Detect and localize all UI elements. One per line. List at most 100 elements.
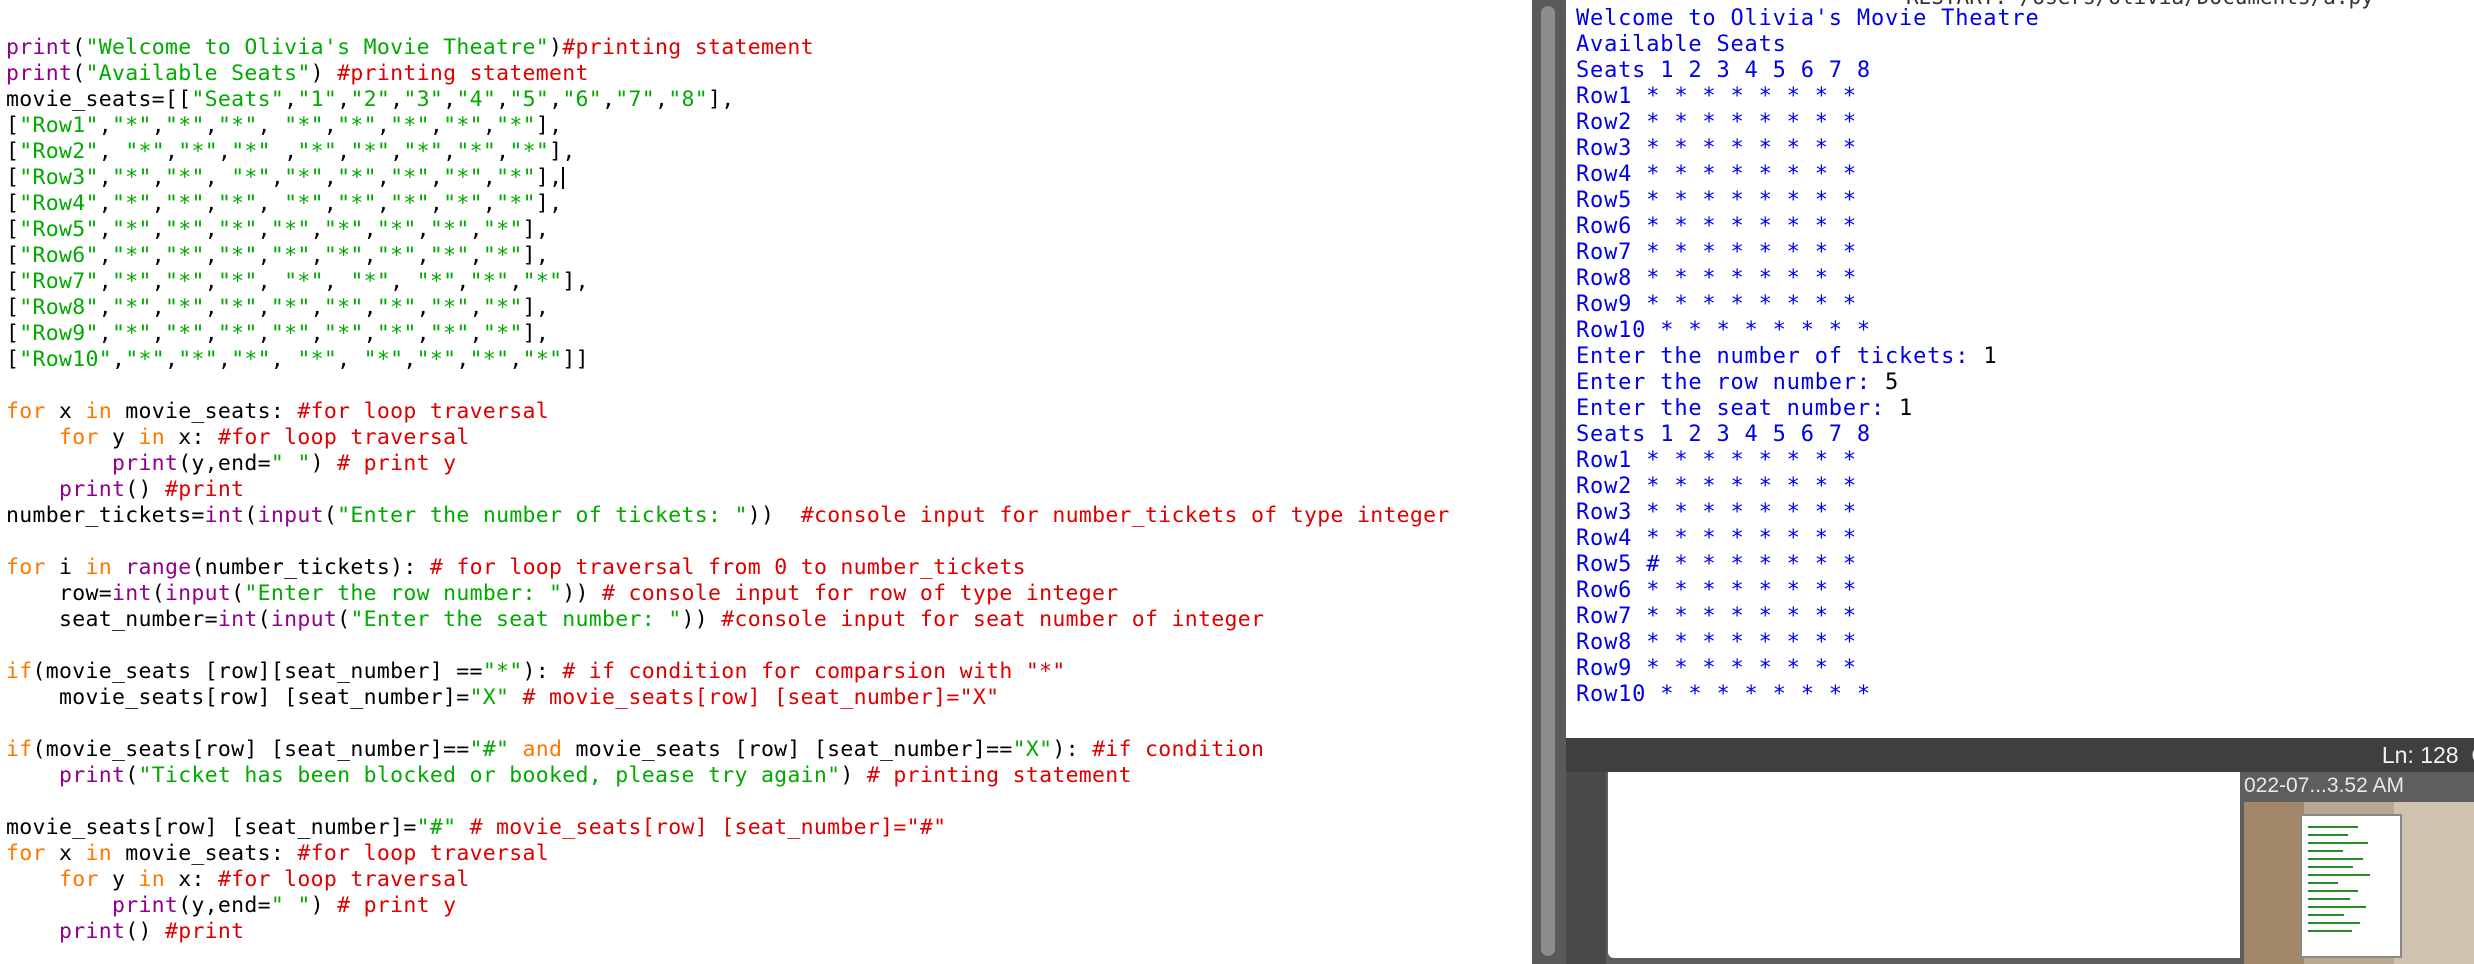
- thumbnail-line: [2308, 834, 2348, 836]
- code-line[interactable]: ["Row10","*","*","*", "*", "*","*","*","…: [6, 347, 1450, 373]
- python-shell-window[interactable]: RESTART: /Users/olivia/Documents/a.py We…: [1566, 0, 2474, 738]
- code-token-plain: ,: [482, 113, 497, 138]
- shell-output-text: Enter the row number:: [1576, 370, 1885, 395]
- code-line[interactable]: row=int(input("Enter the row number: "))…: [6, 581, 1450, 607]
- shell-output-line: Row9 * * * * * * * *: [1576, 292, 2040, 318]
- code-token-comment: #for loop traversal: [297, 399, 550, 424]
- code-token-comment: #console input for seat number of intege…: [721, 607, 1265, 632]
- window-divider-scrollbar[interactable]: [1532, 0, 1566, 964]
- scrollbar-thumb[interactable]: [1541, 6, 1555, 956]
- code-token-plain: [: [6, 321, 20, 346]
- code-token-string: "*": [284, 165, 324, 190]
- code-line[interactable]: [6, 789, 1450, 815]
- code-token-string: "7": [615, 87, 656, 112]
- code-token-string: "*": [376, 243, 417, 268]
- code-token-plain: ,: [655, 87, 669, 112]
- code-token-string: "*": [217, 243, 258, 268]
- code-line[interactable]: ["Row8","*","*","*","*","*","*","*","*"]…: [6, 295, 1450, 321]
- shell-output-text: Row9 * * * * * * * *: [1576, 292, 1857, 317]
- code-line[interactable]: [6, 711, 1450, 737]
- code-token-string: "*": [337, 191, 377, 216]
- code-token-plain: ): [310, 61, 338, 86]
- thumbnail-background-right: [2394, 802, 2474, 964]
- shell-output-text: Row8 * * * * * * * *: [1576, 266, 1857, 291]
- code-token-plain: ,: [284, 87, 298, 112]
- code-token-string: "*": [164, 243, 205, 268]
- code-editor[interactable]: print("Welcome to Olivia's Movie Theatre…: [0, 0, 1532, 964]
- code-token-plain: ,: [204, 217, 218, 242]
- code-token-comment: #for loop traversal: [217, 867, 470, 892]
- code-line[interactable]: for y in x: #for loop traversal: [6, 867, 1450, 893]
- code-line[interactable]: [6, 529, 1450, 555]
- code-token-plain: ,: [549, 87, 563, 112]
- code-line[interactable]: ["Row6","*","*","*","*","*","*","*","*"]…: [6, 243, 1450, 269]
- code-line[interactable]: print(y,end=" ") # print y: [6, 451, 1450, 477]
- code-token-plain: ,: [257, 113, 285, 138]
- code-line[interactable]: print() #print: [6, 477, 1450, 503]
- code-token-plain: ],: [708, 87, 735, 112]
- shell-output-line: Row7 * * * * * * * *: [1576, 604, 2040, 630]
- code-token-plain: [: [6, 295, 20, 320]
- code-token-string: "*": [429, 321, 470, 346]
- shell-output-line: Row9 * * * * * * * *: [1576, 656, 2040, 682]
- code-line[interactable]: ["Row1","*","*","*", "*","*","*","*","*"…: [6, 113, 1450, 139]
- code-token-string: "*": [217, 217, 258, 242]
- code-line[interactable]: number_tickets=int(input("Enter the numb…: [6, 503, 1450, 529]
- code-token-string: "*": [111, 217, 152, 242]
- code-token-string: "*": [323, 243, 364, 268]
- code-lines-container[interactable]: print("Welcome to Olivia's Movie Theatre…: [6, 35, 1450, 945]
- code-token-keyword: for: [58, 425, 99, 450]
- code-token-string: "*": [217, 269, 258, 294]
- code-token-string: "*": [297, 139, 338, 164]
- code-line[interactable]: ["Row3","*","*", "*","*","*","*","*","*"…: [6, 165, 1450, 191]
- code-token-plain: ,: [443, 139, 457, 164]
- code-line[interactable]: if(movie_seats [row][seat_number] =="*")…: [6, 659, 1450, 685]
- code-line[interactable]: for i in range(number_tickets): # for lo…: [6, 555, 1450, 581]
- code-line[interactable]: for y in x: #for loop traversal: [6, 425, 1450, 451]
- code-line[interactable]: print() #print: [6, 919, 1450, 945]
- code-line[interactable]: [6, 373, 1450, 399]
- code-line[interactable]: ["Row4","*","*","*", "*","*","*","*","*"…: [6, 191, 1450, 217]
- code-line[interactable]: print("Available Seats") #printing state…: [6, 61, 1450, 87]
- code-token-plain: ,: [416, 295, 430, 320]
- screenshot-thumbnail-label[interactable]: 022-07...3.52 AM: [2244, 774, 2404, 798]
- code-line[interactable]: ["Row5","*","*","*","*","*","*","*","*"]…: [6, 217, 1450, 243]
- code-token-string: "*": [522, 347, 563, 372]
- code-line[interactable]: ["Row9","*","*","*","*","*","*","*","*"]…: [6, 321, 1450, 347]
- code-token-plain: )): [747, 503, 801, 528]
- code-line[interactable]: for x in movie_seats: #for loop traversa…: [6, 841, 1450, 867]
- code-line[interactable]: [6, 633, 1450, 659]
- shell-output-line: Row8 * * * * * * * *: [1576, 630, 2040, 656]
- code-token-plain: ,: [416, 243, 430, 268]
- code-line[interactable]: print("Ticket has been blocked or booked…: [6, 763, 1450, 789]
- code-token-string: "3": [403, 87, 444, 112]
- code-token-string: "X": [1012, 737, 1053, 762]
- screenshot-thumbnail[interactable]: [2244, 802, 2474, 964]
- code-token-string: "*": [482, 295, 523, 320]
- thumbnail-line: [2308, 842, 2368, 844]
- code-token-string: "*": [429, 217, 470, 242]
- code-token-plain: [: [6, 191, 20, 216]
- code-line[interactable]: print(y,end=" ") # print y: [6, 893, 1450, 919]
- code-line[interactable]: for x in movie_seats: #for loop traversa…: [6, 399, 1450, 425]
- code-line[interactable]: movie_seats[row] [seat_number]="#" # mov…: [6, 815, 1450, 841]
- code-line[interactable]: seat_number=int(input("Enter the seat nu…: [6, 607, 1450, 633]
- code-token-keyword: in: [138, 867, 165, 892]
- shell-output-text: Row7 * * * * * * * *: [1576, 240, 1857, 265]
- code-token-comment: # for loop traversal from 0 to number_ti…: [429, 555, 1026, 580]
- code-token-string: "*": [482, 321, 523, 346]
- code-token-plain: ],: [535, 191, 563, 216]
- code-token-plain: x:: [164, 425, 218, 450]
- code-token-string: "1": [297, 87, 338, 112]
- code-line[interactable]: ["Row7","*","*","*", "*", "*", "*","*","…: [6, 269, 1450, 295]
- shell-output-text: Welcome to Olivia's Movie Theatre: [1576, 6, 2040, 31]
- code-line[interactable]: if(movie_seats[row] [seat_number]=="#" a…: [6, 737, 1450, 763]
- code-line[interactable]: ["Row2", "*","*","*" ,"*","*","*","*","*…: [6, 139, 1450, 165]
- code-line[interactable]: print("Welcome to Olivia's Movie Theatre…: [6, 35, 1450, 61]
- code-line[interactable]: movie_seats[row] [seat_number]="X" # mov…: [6, 685, 1450, 711]
- code-token-string: "*": [350, 269, 391, 294]
- code-token-keyword: in: [138, 425, 165, 450]
- thumbnail-line: [2308, 850, 2343, 852]
- code-line[interactable]: movie_seats=[["Seats","1","2","3","4","5…: [6, 87, 1450, 113]
